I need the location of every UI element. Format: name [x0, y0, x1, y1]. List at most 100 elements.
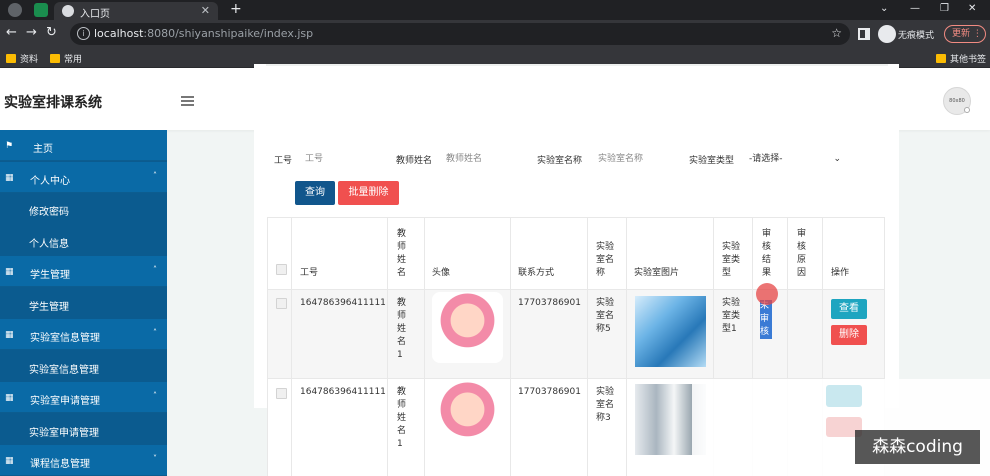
sidebar: ⚑ 主页 ▦ 个人中心 ˄ 修改密码个人信息 ▦ 学生管理 ˄ 学生管理 ▦ 实验室信息管理 ˄ 实验室信…	[0, 130, 167, 476]
mouse-cursor	[756, 283, 778, 305]
chevron-up-icon: ˄	[153, 328, 157, 337]
sidebar-item-5[interactable]: 学生管理	[0, 287, 167, 319]
header-audit-reason: 审核原因	[797, 229, 807, 278]
sidebar-item-6[interactable]: ▦ 实验室信息管理 ˄	[0, 319, 167, 350]
lab-image	[635, 296, 706, 367]
close-tab-icon[interactable]: ✕	[201, 4, 210, 17]
info-icon[interactable]: i	[77, 27, 90, 40]
tab-title: 入口页	[80, 9, 110, 20]
sidebar-item-label: 实验室申请管理	[29, 427, 99, 439]
chevron-up-icon: ˄	[153, 391, 157, 400]
sidebar-item-0[interactable]: ⚑ 主页	[0, 130, 167, 161]
grid-icon: ▦	[5, 172, 14, 183]
status-dot	[964, 107, 970, 113]
cell-labname: 实验室名称5	[596, 298, 615, 334]
filter-gonghao-input[interactable]: 工号	[303, 150, 383, 168]
menu-toggle-icon[interactable]	[181, 96, 194, 108]
cell-labtype: 实验室类型1	[722, 298, 741, 334]
browser-tab-bar: 入口页 ✕ + ⌄ — ❐ ✕	[0, 0, 990, 20]
sidebar-item-label: 实验室申请管理	[30, 396, 100, 407]
system-title: 实验室排课系统	[4, 95, 102, 111]
view-button[interactable]: 查看	[831, 299, 867, 319]
row-checkbox[interactable]	[276, 298, 287, 309]
watermark: 森森coding	[855, 430, 980, 464]
folder-icon	[936, 54, 946, 63]
row-checkbox[interactable]	[276, 388, 287, 399]
pinned-tab-icon[interactable]	[34, 3, 48, 17]
globe-icon	[62, 5, 74, 17]
minimize-icon[interactable]: —	[910, 3, 920, 14]
batch-delete-button[interactable]: 批量删除	[338, 181, 399, 205]
profile-icon[interactable]	[8, 3, 22, 17]
header-labimage: 实验室图片	[634, 268, 680, 278]
chevron-down-icon: ˅	[153, 454, 157, 463]
restore-icon[interactable]: ❐	[940, 3, 949, 14]
delete-button[interactable]: 删除	[831, 325, 867, 345]
sidebar-item-label: 实验室信息管理	[29, 364, 99, 376]
header-avatar: 头像	[432, 268, 451, 278]
url-text: localhost:8080/shiyanshipaike/index.jsp	[94, 27, 314, 40]
filter-labname-input[interactable]: 实验室名称	[596, 150, 678, 168]
header-audit-result: 审核结果	[762, 229, 772, 278]
sidebar-item-4[interactable]: ▦ 学生管理 ˄	[0, 256, 167, 287]
sidebar-item-2[interactable]: 修改密码	[0, 193, 167, 224]
sidebar-item-label: 个人信息	[29, 238, 69, 250]
new-tab-icon[interactable]: +	[230, 1, 242, 17]
sidebar-item-3[interactable]: 个人信息	[0, 224, 167, 256]
filter-labtype-select[interactable]: -请选择- ⌄	[745, 149, 845, 169]
cell-phone: 17703786901	[518, 298, 581, 308]
header-labname: 实验室名称	[596, 242, 615, 278]
header-teacher: 教师姓名	[397, 229, 407, 278]
sidebar-item-9[interactable]: 实验室申请管理	[0, 413, 167, 445]
query-button[interactable]: 查询	[295, 181, 335, 205]
close-window-icon[interactable]: ✕	[968, 3, 976, 14]
bookmark-folder-changyong[interactable]: 常用	[50, 52, 82, 65]
header-gonghao: 工号	[300, 268, 319, 278]
reload-icon[interactable]: ↻	[46, 26, 57, 40]
teacher-avatar-image	[432, 292, 503, 363]
sidebar-item-8[interactable]: ▦ 实验室申请管理 ˄	[0, 382, 167, 413]
other-bookmarks[interactable]: 其他书签	[936, 52, 986, 65]
folder-icon	[50, 54, 60, 63]
cell-teacher: 教师姓名1	[397, 387, 407, 449]
star-icon[interactable]: ☆	[831, 26, 842, 40]
bookmark-folder-ziliao[interactable]: 资料	[6, 52, 38, 65]
select-all-checkbox[interactable]	[276, 264, 287, 275]
sidebar-item-label: 学生管理	[29, 301, 69, 313]
folder-icon	[6, 54, 16, 63]
sidebar-item-label: 课程信息管理	[30, 459, 90, 470]
cell-gonghao: 164786396411111	[300, 298, 386, 308]
incognito-icon[interactable]	[878, 25, 896, 43]
sidebar-item-label: 实验室信息管理	[30, 333, 100, 344]
cell-teacher: 教师姓名1	[397, 298, 407, 360]
forward-icon[interactable]: →	[26, 26, 37, 40]
address-bar[interactable]: i localhost:8080/shiyanshipaike/index.js…	[70, 23, 850, 45]
header-actions: 操作	[831, 268, 850, 278]
filter-teacher-label: 教师姓名	[396, 156, 433, 166]
sidebar-item-label: 主页	[33, 144, 53, 155]
filter-labname-label: 实验室名称	[537, 156, 583, 166]
sidebar-item-label: 学生管理	[30, 270, 70, 281]
sidebar-item-10[interactable]: ▦ 课程信息管理 ˅	[0, 445, 167, 476]
chevron-up-icon: ˄	[153, 170, 157, 180]
header-phone: 联系方式	[518, 268, 555, 278]
sidebar-item-label: 个人中心	[30, 175, 70, 187]
grid-icon: ▦	[5, 267, 14, 277]
flag-icon: ⚑	[5, 141, 14, 151]
back-icon[interactable]: ←	[6, 26, 17, 40]
cell-audit-result: 未审核	[760, 300, 772, 339]
browser-toolbar: ← → ↻ i localhost:8080/shiyanshipaike/in…	[0, 20, 990, 48]
chevron-down-icon[interactable]: ⌄	[880, 3, 888, 14]
teacher-avatar-image	[432, 381, 503, 452]
active-tab[interactable]: 入口页 ✕	[54, 2, 218, 20]
grid-icon: ▦	[5, 456, 14, 466]
chevron-up-icon: ˄	[153, 265, 157, 274]
sidebar-item-7[interactable]: 实验室信息管理	[0, 350, 167, 382]
update-button[interactable]: 更新 ⋮	[944, 25, 986, 43]
side-panel-icon[interactable]	[858, 28, 870, 40]
filter-gonghao-label: 工号	[274, 156, 293, 166]
filter-teacher-input[interactable]: 教师姓名	[444, 150, 524, 168]
sidebar-item-1[interactable]: ▦ 个人中心 ˄	[0, 161, 167, 193]
avatar[interactable]: 80x80	[943, 87, 971, 115]
cell-gonghao: 164786396411111	[300, 387, 386, 397]
